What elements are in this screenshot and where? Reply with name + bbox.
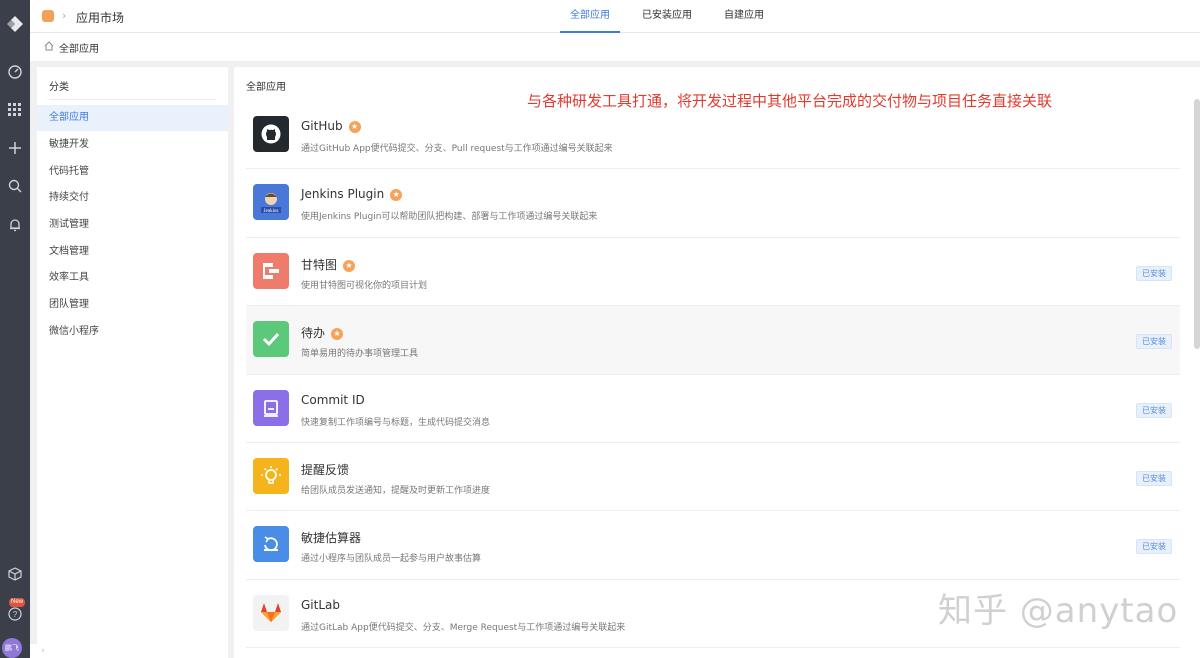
app-market-icon (42, 10, 54, 22)
app-row-gantt[interactable]: 甘特图 ★ 使用甘特图可视化你的项目计划 已安装 (246, 238, 1180, 307)
star-icon: ★ (343, 259, 356, 272)
star-icon: ★ (390, 189, 403, 202)
app-name: 提醒反馈 (301, 462, 350, 477)
cube-icon[interactable] (0, 562, 30, 586)
svg-text:?: ? (13, 610, 18, 619)
commit-id-icon (253, 389, 289, 426)
sidebar-item-code-hosting[interactable]: 代码托管 (37, 159, 228, 185)
sidebar-item-team[interactable]: 团队管理 (37, 292, 228, 318)
gantt-icon (253, 252, 289, 289)
apps-grid-icon[interactable] (0, 98, 30, 122)
gitlab-icon (253, 594, 289, 631)
logo-icon[interactable] (0, 12, 30, 36)
watermark-text: 知乎 @anytao (938, 591, 1179, 631)
chevron-right-icon: › (62, 9, 67, 22)
lightbulb-icon (253, 457, 289, 494)
sidebar-item-testing[interactable]: 测试管理 (37, 212, 228, 238)
app-list: GitHub ★ 通过GitHub App便代码提交、分支、Pull reques… (246, 101, 1180, 649)
breadcrumb-current: 全部应用 (59, 44, 99, 55)
app-name: 甘特图 (301, 257, 338, 272)
app-row-commit-id[interactable]: Commit ID 快速复制工作项编号与标题，生成代码提交消息 已安装 (246, 375, 1180, 443)
category-sidebar: 分类 全部应用 敏捷开发 代码托管 持续交付 测试管理 文档管理 效率工具 团队… (37, 67, 228, 658)
breadcrumb: 全部应用 (30, 33, 1200, 61)
app-name: Commit ID (301, 392, 365, 407)
app-list-panel: 全部应用 与各种研发工具打通，将开发过程中其他平台完成的交付物与项目任务直接关联… (234, 67, 1200, 658)
tab-custom-apps[interactable]: 自建应用 (714, 0, 774, 33)
app-description: 快速复制工作项编号与标题，生成代码提交消息 (301, 417, 491, 428)
app-name: GitHub (301, 119, 343, 133)
app-name: GitLab (301, 597, 340, 612)
sidebar-item-docs[interactable]: 文档管理 (37, 239, 228, 265)
sidebar-item-all[interactable]: 全部应用 (37, 105, 228, 131)
app-description: 使用Jenkins Plugin可以帮助团队把构建、部署与工作项通过编号关联起来 (301, 212, 598, 223)
app-row-github[interactable]: GitHub ★ 通过GitHub App便代码提交、分支、Pull reques… (246, 101, 1180, 170)
dashboard-icon[interactable] (0, 60, 30, 84)
app-description: 通过小程序与团队成员一起参与用户故事估算 (301, 554, 482, 565)
installed-badge: 已安装 (1136, 265, 1172, 281)
search-icon[interactable] (0, 174, 30, 198)
app-row-jenkins[interactable]: Jenkins Jenkins Plugin ★ 使用Jenkins Plugin… (246, 169, 1180, 238)
divider (49, 99, 216, 100)
app-description: 简单易用的待办事项管理工具 (301, 349, 419, 360)
app-name: 敏捷估算器 (301, 531, 362, 546)
sidebar-item-cd[interactable]: 持续交付 (37, 185, 228, 211)
svg-text:Jenkins: Jenkins (264, 209, 279, 214)
tab-installed-apps[interactable]: 已安装应用 (632, 0, 702, 33)
app-name: 待办 (301, 326, 326, 341)
estimator-icon (253, 526, 289, 563)
todo-check-icon (253, 321, 289, 358)
app-row-todo[interactable]: 待办 ★ 简单易用的待办事项管理工具 已安装 (246, 306, 1180, 375)
app-description: 通过GitLab App便代码提交、分支、Merge Request与工作项通过… (301, 622, 626, 633)
category-title: 分类 (49, 82, 69, 93)
app-description: 给团队成员发送通知，提醒及时更新工作项进度 (301, 485, 491, 496)
avatar[interactable]: 鹏飞 (2, 638, 22, 658)
app-description: 通过GitHub App便代码提交、分支、Pull request与工作项通过编… (301, 144, 613, 154)
app-row-estimator[interactable]: 敏捷估算器 通过小程序与团队成员一起参与用户故事估算 已安装 (246, 511, 1180, 580)
installed-badge: 已安装 (1136, 334, 1172, 350)
bell-icon[interactable] (0, 213, 30, 237)
installed-badge: 已安装 (1136, 402, 1172, 418)
scrollbar[interactable] (1194, 99, 1200, 349)
top-bar: › 应用市场 全部应用 已安装应用 自建应用 (30, 0, 1200, 33)
app-name: Jenkins Plugin (301, 187, 385, 202)
tab-all-apps[interactable]: 全部应用 (560, 0, 620, 33)
jenkins-icon: Jenkins (253, 184, 289, 221)
new-badge: New (9, 598, 26, 607)
app-description: 使用甘特图可视化你的项目计划 (301, 280, 428, 291)
app-row-reminder[interactable]: 提醒反馈 给团队成员发送通知，提醒及时更新工作项进度 已安装 (246, 443, 1180, 512)
star-icon: ★ (331, 328, 344, 341)
installed-badge: 已安装 (1136, 470, 1172, 486)
github-icon (253, 116, 289, 152)
tab-bar: 全部应用 已安装应用 自建应用 (560, 0, 786, 33)
section-title: 全部应用 (246, 82, 286, 93)
page-title: 应用市场 (76, 11, 125, 25)
left-rail: ? New 鹏飞 (0, 0, 30, 658)
collapse-sidebar-icon[interactable]: › (30, 644, 56, 658)
sidebar-item-agile[interactable]: 敏捷开发 (37, 132, 228, 158)
add-icon[interactable] (0, 136, 30, 160)
home-icon[interactable] (44, 41, 54, 51)
installed-badge: 已安装 (1136, 539, 1172, 555)
sidebar-item-efficiency[interactable]: 效率工具 (37, 265, 228, 291)
sidebar-item-wechat[interactable]: 微信小程序 (37, 319, 228, 345)
star-icon: ★ (348, 121, 361, 133)
